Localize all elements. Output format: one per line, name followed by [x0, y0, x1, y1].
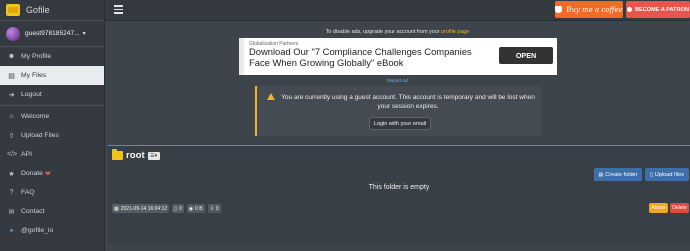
- sidebar-item-my-files[interactable]: ▤ My Files: [0, 66, 104, 85]
- sidebar-item-welcome[interactable]: ⌂ Welcome: [0, 107, 104, 126]
- folder-header: root ☰▾: [112, 149, 160, 161]
- divider: [0, 105, 104, 106]
- twitter-icon: ✦: [8, 227, 15, 235]
- ad-headline[interactable]: Download Our "7 Compliance Challenges Co…: [249, 46, 489, 68]
- gofile-logo-icon: [6, 4, 20, 16]
- sidebar-item-label: @gofile_io: [21, 227, 54, 234]
- sidebar-item-my-profile[interactable]: ☻ My Profile: [0, 47, 104, 66]
- size-value: 0 B: [195, 205, 203, 212]
- delete-button[interactable]: Delete: [670, 203, 689, 213]
- guest-warning-alert: You are currently using a guest account.…: [255, 86, 541, 136]
- home-icon: ⌂: [9, 113, 14, 120]
- calendar-icon: ▦: [114, 205, 119, 212]
- ads-note: To disable ads, upgrade your account fro…: [105, 29, 690, 35]
- brand[interactable]: Gofile: [0, 0, 104, 21]
- folder-icon: [112, 149, 123, 160]
- create-folder-button[interactable]: ▤ Create folder: [594, 168, 642, 181]
- ad-ribbon: [239, 38, 244, 75]
- folder-icon: ▤: [8, 72, 15, 80]
- download-icon: ⇩: [209, 205, 214, 212]
- sidebar-item-upload-files[interactable]: ⇧ Upload Files: [0, 126, 104, 145]
- sidebar-item-logout[interactable]: ➜ Logout: [0, 85, 104, 104]
- app-name: Gofile: [26, 5, 50, 15]
- sidebar-item-api[interactable]: </> API: [0, 145, 104, 164]
- sidebar-item-contact[interactable]: ✉ Contact: [0, 202, 104, 221]
- heart-icon: ❤: [44, 170, 51, 178]
- profile-page-link[interactable]: profile page: [441, 29, 469, 35]
- folder-panel: root ☰▾ ▤ Create folder ▯ Upload files T…: [108, 145, 690, 243]
- alert-message: You are currently using a guest account.…: [281, 94, 535, 110]
- report-ad-link[interactable]: Report Ad: [105, 78, 690, 83]
- sidebar-item-twitter[interactable]: ✦ @gofile_io: [0, 221, 104, 240]
- question-icon: ?: [9, 189, 14, 196]
- patreon-icon: [626, 7, 632, 12]
- sidebar-item-label: Logout: [21, 91, 42, 98]
- main-content: To disable ads, upgrade your account fro…: [105, 21, 690, 251]
- sidebar-item-label: My Files: [21, 72, 47, 79]
- folder-name: root: [126, 150, 145, 161]
- login-with-email-button[interactable]: Login with your email: [369, 117, 431, 130]
- sidebar-item-faq[interactable]: ? FAQ: [0, 183, 104, 202]
- files-count-value: 0: [178, 205, 182, 212]
- sidebar-item-label: FAQ: [21, 189, 35, 196]
- buy-me-a-coffee-button[interactable]: Buy me a coffee: [555, 1, 623, 18]
- ads-note-text: To disable ads, upgrade your account fro…: [325, 29, 440, 35]
- folder-options-button[interactable]: ☰▾: [147, 151, 160, 160]
- code-icon: </>: [7, 151, 18, 158]
- create-folder-label: Create folder: [605, 171, 638, 178]
- username: guest978185247...: [25, 30, 80, 37]
- patron-label: BECOME A PATRON: [634, 6, 690, 13]
- donate-icon: ★: [8, 170, 15, 178]
- downloads-value: 0: [215, 205, 219, 212]
- date-value: 2021-09-14 16:04:12: [120, 205, 168, 212]
- sidebar: Gofile guest978185247... ▾ ☻ My Profile …: [0, 0, 105, 251]
- sidebar-item-label: Upload Files: [21, 132, 59, 139]
- upload-icon: ⇧: [8, 132, 15, 140]
- mail-icon: ✉: [8, 208, 15, 216]
- sidebar-item-label: Contact: [21, 208, 45, 215]
- sidebar-item-donate[interactable]: ★ Donate ❤: [0, 164, 104, 183]
- topbar: Buy me a coffee BECOME A PATRON: [105, 0, 690, 21]
- ad-banner[interactable]: Globalization Partners Download Our "7 C…: [239, 38, 557, 75]
- downloads-badge: ⇩ 0: [207, 204, 221, 213]
- warning-icon: [267, 93, 275, 100]
- sidebar-item-label: My Profile: [21, 53, 52, 60]
- avatar: [6, 26, 20, 41]
- sidebar-item-label: Welcome: [21, 113, 50, 120]
- user-menu[interactable]: guest978185247... ▾: [0, 21, 104, 47]
- coffee-cup-icon: [555, 6, 563, 13]
- date-badge: ▦ 2021-09-14 16:04:12: [112, 204, 170, 213]
- ad-open-button[interactable]: OPEN: [499, 47, 553, 64]
- empty-folder-message: This folder is empty: [368, 184, 430, 191]
- upload-files-button[interactable]: ▯ Upload files: [645, 168, 689, 181]
- coffee-label: Buy me a coffee: [566, 5, 623, 14]
- sidebar-item-label: API: [21, 151, 32, 158]
- upload-files-label: Upload files: [654, 171, 684, 178]
- menu-toggle-icon[interactable]: [114, 5, 123, 14]
- folder-plus-icon: ▤: [598, 171, 604, 178]
- abuse-button[interactable]: Abuse: [649, 203, 668, 213]
- files-count-badge: ▯ 0: [172, 204, 184, 213]
- sidebar-item-label: Donate: [21, 170, 43, 177]
- chevron-down-icon: ▾: [82, 31, 86, 37]
- file-upload-icon: ▯: [650, 171, 653, 178]
- user-icon: ☻: [7, 53, 16, 60]
- database-icon: ◉: [188, 205, 194, 212]
- folder-meta: ▦ 2021-09-14 16:04:12 ▯ 0 ◉ 0 B ⇩ 0: [112, 204, 221, 213]
- files-icon: ▯: [174, 205, 177, 212]
- size-badge: ◉ 0 B: [186, 204, 205, 213]
- logout-icon: ➜: [8, 91, 15, 99]
- become-a-patron-button[interactable]: BECOME A PATRON: [626, 1, 690, 18]
